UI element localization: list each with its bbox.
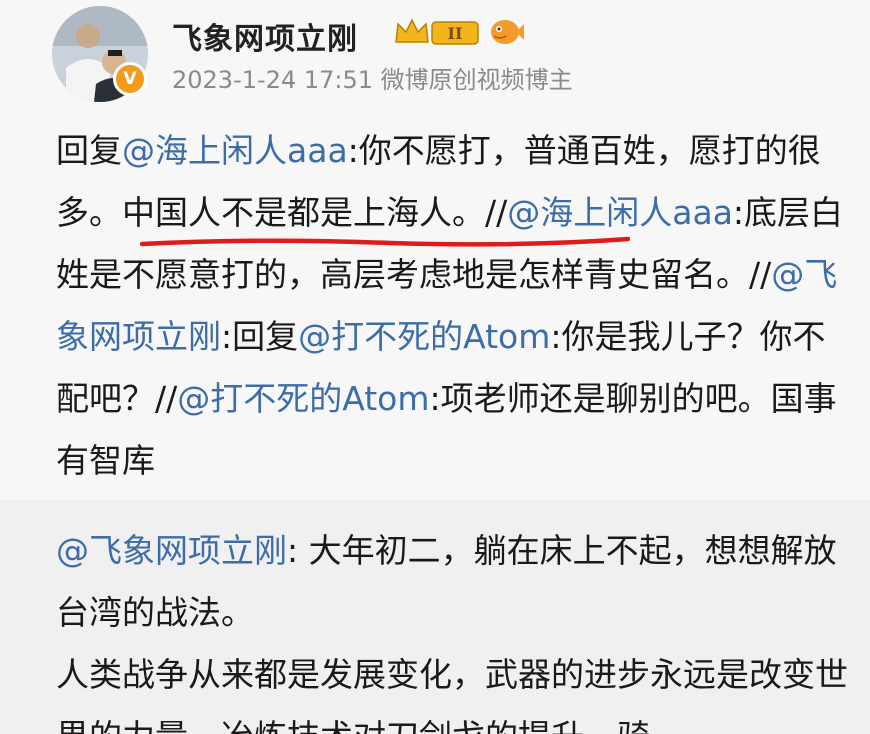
badge-level-text: II <box>448 24 463 43</box>
post-timestamp: 2023-1-24 17:51 <box>172 66 373 94</box>
post-text: 回复 <box>56 131 122 170</box>
post-meta: 2023-1-24 17:51 微博原创视频博主 <box>172 60 573 95</box>
post-source: 微博原创视频博主 <box>380 66 573 94</box>
verified-badge-icon: V <box>113 62 147 96</box>
fish-badge-icon <box>491 20 524 44</box>
mention-link[interactable]: @打不死的Atom <box>177 379 429 418</box>
post-text: :回复 <box>221 317 299 356</box>
crown-level-badge-icon: II <box>395 18 479 45</box>
mention-link[interactable]: @打不死的Atom <box>298 317 550 356</box>
quoted-text-line2: 人类战争从来都是发展变化，武器的进步永远是改变世界的力量，冶炼技术对刀剑戈的提升… <box>56 655 848 734</box>
quoted-mention-link[interactable]: @飞象网项立刚 <box>56 531 287 570</box>
mention-link[interactable]: @海上闲人aaa <box>507 193 733 232</box>
username[interactable]: 飞象网项立刚 <box>172 14 358 58</box>
post-header: V 飞象网项立刚 II 2023-1-24 17:51 微博原创视频博主 <box>0 0 870 110</box>
mention-link[interactable]: @海上闲人aaa <box>122 131 348 170</box>
post-body: 回复@海上闲人aaa:你不愿打，普通百姓，愿打的很多。中国人不是都是上海人。//… <box>56 120 846 492</box>
quoted-post-text: @飞象网项立刚: 大年初二，躺在床上不起，想想解放台湾的战法。 人类战争从来都是… <box>56 520 856 734</box>
red-underline-annotation <box>140 236 630 247</box>
